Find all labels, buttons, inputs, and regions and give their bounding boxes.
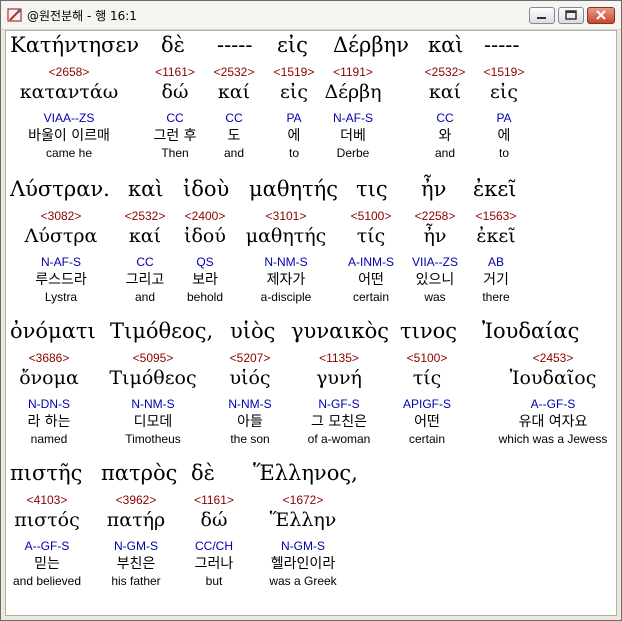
greek-word[interactable]: Δέρβην: [333, 33, 409, 57]
greek-word[interactable]: -----: [217, 33, 252, 57]
greek-word[interactable]: καὶ: [428, 33, 464, 57]
greek-word[interactable]: πατρὸς: [101, 461, 177, 485]
korean-gloss: 유대 여자요: [518, 414, 588, 430]
greek-word[interactable]: Λύστραν.: [10, 177, 110, 201]
lexical-form: ἐκεῖ: [476, 225, 516, 247]
greek-word[interactable]: δὲ: [191, 461, 215, 485]
greek-word[interactable]: τινος: [400, 319, 457, 343]
lexical-form: εἰς: [490, 81, 518, 103]
strong-number: <5100>: [406, 351, 448, 365]
lexical-form: Ἕλλην: [269, 509, 337, 531]
interlinear-panel[interactable]: Κατήντησεν <2658> καταντάω VIAA--ZS 바울이 이르매 c…: [5, 30, 617, 616]
minimize-icon: [537, 17, 546, 19]
word-analysis[interactable]: <2658> καταντάω VIAA--ZS 바울이 이르매 came he: [9, 64, 129, 161]
strong-number: <2453>: [532, 351, 574, 365]
greek-word[interactable]: τις: [356, 177, 388, 201]
word-analysis[interactable]: <1672> Ἕλλην N-GM-S 헬라인이라 was a Greek: [243, 492, 363, 589]
english-gloss: there: [482, 290, 510, 304]
greek-word[interactable]: δὲ: [161, 33, 185, 57]
strong-number: <1672>: [282, 493, 324, 507]
korean-gloss: 에: [497, 128, 511, 144]
parsing-code: PA: [496, 111, 512, 125]
korean-gloss: 어떤: [414, 414, 440, 430]
greek-word[interactable]: καὶ: [128, 177, 164, 201]
word-analysis[interactable]: <5100> τίς APIGF-S 어떤 certain: [367, 350, 487, 447]
greek-word[interactable]: πιστῆς: [10, 461, 82, 485]
greek-word[interactable]: μαθητής: [249, 177, 338, 201]
english-gloss: certain: [408, 432, 446, 446]
strong-number: <2658>: [48, 65, 90, 79]
english-gloss: came he: [45, 146, 93, 160]
greek-word[interactable]: ἐκεῖ: [473, 177, 517, 201]
window-title: @원전분해 - 행 16:1: [27, 9, 137, 23]
greek-word[interactable]: υἱὸς: [230, 319, 275, 343]
minimize-button[interactable]: [529, 7, 555, 24]
parsing-code: VIAA--ZS: [43, 111, 95, 125]
lexical-form: καταντάω: [19, 81, 119, 103]
greek-word[interactable]: ἰδοὺ: [183, 177, 229, 201]
greek-word[interactable]: Κατήντησεν: [10, 33, 139, 57]
maximize-icon: [565, 10, 577, 20]
strong-number: <1519>: [483, 65, 525, 79]
greek-word[interactable]: Ἰουδαίας: [482, 319, 579, 343]
greek-word[interactable]: ἦν: [421, 177, 446, 201]
word-analysis[interactable]: <1563> ἐκεῖ AB 거기 there: [436, 208, 556, 305]
maximize-button[interactable]: [558, 7, 584, 24]
strong-number: <1563>: [475, 209, 517, 223]
close-button[interactable]: [587, 7, 615, 24]
korean-gloss: 거기: [483, 272, 509, 288]
korean-gloss: 헬라인이라: [270, 556, 336, 572]
greek-word[interactable]: -----: [484, 33, 519, 57]
close-icon: [596, 10, 606, 20]
parsing-code: A--GF-S: [530, 397, 576, 411]
parsing-code: AB: [487, 255, 504, 269]
english-gloss: to: [498, 146, 509, 160]
app-window: @원전분해 - 행 16:1 Κατήντησεν <2658> καταντάω V…: [0, 0, 622, 621]
word-analysis[interactable]: <1519> εἰς PA 에 to: [444, 64, 564, 161]
english-gloss: which was a Jewess: [498, 432, 608, 446]
lexical-form: τίς: [412, 367, 442, 389]
word-analysis[interactable]: <2453> Ἰουδαῖος A--GF-S 유대 여자요 which was a J…: [493, 350, 613, 447]
greek-word[interactable]: Ἕλληνος,: [253, 461, 358, 485]
title-bar[interactable]: @원전분해 - 행 16:1: [1, 1, 621, 30]
parsing-code: APIGF-S: [402, 397, 451, 411]
greek-word[interactable]: εἰς: [277, 33, 308, 57]
greek-word[interactable]: γυναικὸς: [291, 319, 389, 343]
greek-word[interactable]: ὀνόματι: [10, 319, 96, 343]
pen-book-icon[interactable]: [6, 6, 24, 24]
lexical-form: Ἰουδαῖος: [509, 367, 597, 389]
greek-word[interactable]: Τιμόθεος,: [110, 319, 213, 343]
english-gloss: was a Greek: [269, 574, 337, 588]
parsing-code: N-GM-S: [281, 539, 325, 553]
korean-gloss: 바울이 이르매: [28, 128, 110, 144]
